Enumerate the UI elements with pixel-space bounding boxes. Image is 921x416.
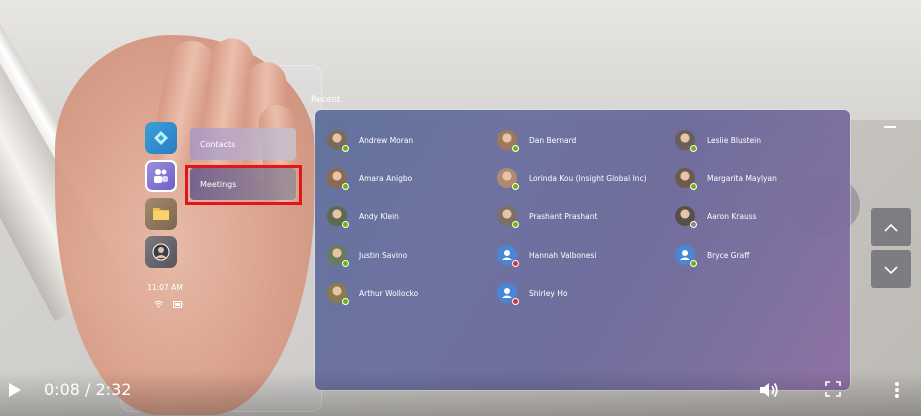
contact-name: Bryce Graff bbox=[707, 250, 750, 260]
presence-indicator bbox=[690, 145, 697, 152]
presence-indicator bbox=[512, 183, 519, 190]
avatar bbox=[327, 206, 349, 228]
files-app-button[interactable] bbox=[145, 198, 177, 230]
contact-name: Hannah Valbonesi bbox=[529, 250, 597, 260]
presence-indicator bbox=[690, 260, 697, 267]
people-icon bbox=[151, 242, 171, 262]
avatar bbox=[327, 130, 349, 152]
contact-name: Justin Savino bbox=[359, 250, 408, 260]
presence-indicator bbox=[342, 260, 349, 267]
presence-indicator bbox=[512, 221, 519, 228]
presence-indicator bbox=[690, 221, 697, 228]
contact-name: Leslie Blustein bbox=[707, 135, 762, 145]
app-launcher-button[interactable] bbox=[145, 122, 177, 154]
play-icon bbox=[8, 383, 22, 402]
contacts-menu-item[interactable]: Contacts bbox=[190, 128, 296, 160]
contact-item[interactable]: Andy Klein bbox=[327, 204, 399, 228]
video-timecode: 0:08 / 2:32 bbox=[44, 380, 132, 399]
contact-name: Dan Bernard bbox=[529, 135, 577, 145]
avatar bbox=[327, 283, 349, 305]
avatar bbox=[497, 206, 519, 228]
contact-item[interactable]: Leslie Blustein bbox=[675, 128, 761, 152]
presence-indicator bbox=[512, 260, 519, 267]
avatar bbox=[497, 168, 519, 190]
recent-section-label: Recent bbox=[311, 95, 341, 105]
presence-indicator bbox=[690, 183, 697, 190]
volume-button[interactable] bbox=[758, 380, 780, 404]
teams-icon bbox=[152, 167, 170, 185]
clock-time: 11:07 AM bbox=[147, 283, 183, 292]
avatar bbox=[675, 130, 697, 152]
presence-indicator bbox=[342, 145, 349, 152]
minimize-button[interactable] bbox=[884, 126, 896, 128]
avatar bbox=[497, 130, 519, 152]
contact-item[interactable]: Margarita Maylyan bbox=[675, 166, 777, 190]
scroll-up-button[interactable] bbox=[871, 208, 911, 246]
play-button[interactable] bbox=[8, 382, 22, 402]
contact-name: Lorinda Kou (Insight Global Inc) bbox=[529, 173, 647, 183]
avatar bbox=[675, 206, 697, 228]
presence-indicator bbox=[512, 145, 519, 152]
contact-item[interactable]: Andrew Moran bbox=[327, 128, 413, 152]
chevron-up-icon bbox=[883, 218, 899, 237]
more-options-button[interactable] bbox=[894, 381, 900, 403]
people-app-button[interactable] bbox=[145, 236, 177, 268]
contact-item[interactable]: Prashant Prashant bbox=[497, 204, 597, 228]
presence-indicator bbox=[512, 298, 519, 305]
contact-item[interactable]: Aaron Krauss bbox=[675, 204, 757, 228]
contacts-label: Contacts bbox=[200, 139, 236, 149]
contact-name: Amara Anigbo bbox=[359, 173, 413, 183]
meetings-highlight-box bbox=[185, 165, 302, 205]
contact-name: Andy Klein bbox=[359, 211, 399, 221]
system-status bbox=[148, 293, 188, 308]
avatar bbox=[675, 168, 697, 190]
contact-item[interactable]: Shirley Ho bbox=[497, 281, 567, 305]
fullscreen-icon bbox=[825, 381, 841, 401]
folder-icon bbox=[151, 205, 171, 223]
contact-item[interactable]: Justin Savino bbox=[327, 243, 407, 267]
app-icon bbox=[151, 128, 171, 148]
avatar bbox=[497, 283, 519, 305]
avatar bbox=[497, 245, 519, 267]
volume-icon bbox=[758, 382, 780, 404]
contact-name: Aaron Krauss bbox=[707, 211, 757, 221]
contact-name: Andrew Moran bbox=[359, 135, 414, 145]
contact-item[interactable]: Hannah Valbonesi bbox=[497, 243, 596, 267]
contact-item[interactable]: Amara Anigbo bbox=[327, 166, 412, 190]
contact-name: Prashant Prashant bbox=[529, 211, 598, 221]
avatar bbox=[675, 245, 697, 267]
contact-item[interactable]: Bryce Graff bbox=[675, 243, 749, 267]
presence-indicator bbox=[342, 183, 349, 190]
wifi-icon bbox=[153, 293, 163, 308]
presence-indicator bbox=[342, 221, 349, 228]
teams-app-button[interactable] bbox=[145, 160, 177, 192]
presence-indicator bbox=[342, 298, 349, 305]
contact-item[interactable]: Lorinda Kou (Insight Global Inc) bbox=[497, 166, 647, 190]
contact-name: Arthur Wollocko bbox=[359, 288, 419, 298]
fullscreen-button[interactable] bbox=[825, 381, 841, 401]
contact-item[interactable]: Dan Bernard bbox=[497, 128, 576, 152]
video-controls-bar bbox=[0, 370, 921, 416]
avatar bbox=[327, 245, 349, 267]
contact-name: Shirley Ho bbox=[529, 288, 568, 298]
scroll-down-button[interactable] bbox=[871, 250, 911, 288]
more-vertical-icon bbox=[894, 382, 900, 403]
avatar bbox=[327, 168, 349, 190]
battery-icon bbox=[172, 293, 183, 308]
contact-name: Margarita Maylyan bbox=[707, 173, 777, 183]
contact-item[interactable]: Arthur Wollocko bbox=[327, 281, 418, 305]
chevron-down-icon bbox=[883, 260, 899, 279]
